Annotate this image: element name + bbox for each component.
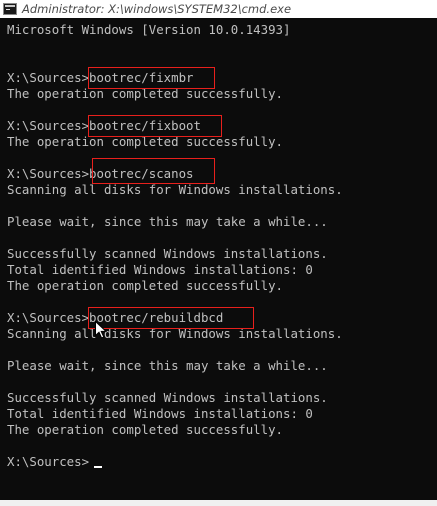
- console-line: The operation completed successfully.: [7, 278, 284, 293]
- console-line: Successfully scanned Windows installatio…: [7, 390, 328, 405]
- console-line: Successfully scanned Windows installatio…: [7, 246, 328, 261]
- console-line: Total identified Windows installations: …: [7, 406, 313, 421]
- text-cursor: [94, 466, 102, 468]
- console-line: The operation completed successfully.: [7, 134, 284, 149]
- console-line: Please wait, since this may take a while…: [7, 358, 328, 373]
- title-bar[interactable]: Administrator: X:\windows\SYSTEM32\cmd.e…: [0, 0, 437, 18]
- console-prompt-line: X:\Sources>: [7, 454, 90, 469]
- console-line: Microsoft Windows [Version 10.0.14393]: [7, 22, 291, 37]
- console-line: Scanning all disks for Windows installat…: [7, 182, 343, 197]
- console-line: The operation completed successfully.: [7, 422, 284, 437]
- cmd-window: Administrator: X:\windows\SYSTEM32\cmd.e…: [0, 0, 437, 506]
- cmd-app-icon[interactable]: [3, 3, 17, 15]
- console-line: The operation completed successfully.: [7, 86, 284, 101]
- console-line: Scanning all disks for Windows installat…: [7, 326, 343, 341]
- window-bottom-edge: [0, 500, 437, 506]
- console-line: X:\Sources>bootrec/rebuildbcd: [7, 310, 224, 325]
- console-line: X:\Sources>bootrec/fixboot: [7, 118, 201, 133]
- mouse-pointer-icon: [95, 321, 107, 339]
- window-title: Administrator: X:\windows\SYSTEM32\cmd.e…: [22, 2, 292, 16]
- console-output[interactable]: Microsoft Windows [Version 10.0.14393] X…: [0, 18, 437, 500]
- console-line: Please wait, since this may take a while…: [7, 214, 328, 229]
- console-line: X:\Sources>bootrec/fixmbr: [7, 70, 194, 85]
- console-line: Total identified Windows installations: …: [7, 262, 313, 277]
- console-line: X:\Sources>bootrec/scanos: [7, 166, 194, 181]
